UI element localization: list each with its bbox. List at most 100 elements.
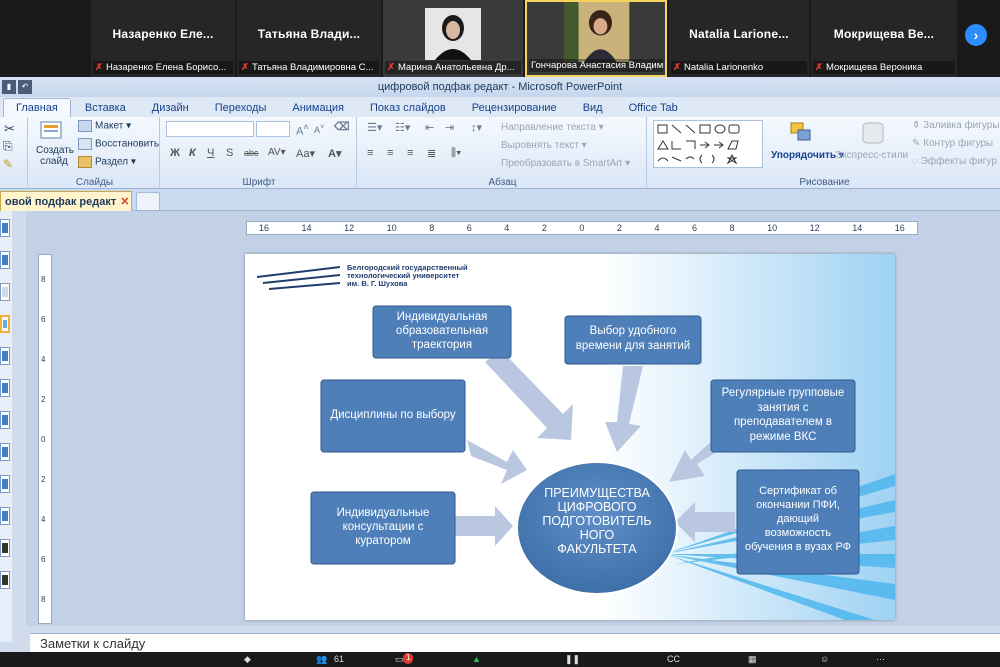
underline-icon[interactable]: Ч	[207, 147, 214, 159]
align-left-icon[interactable]: ≡	[367, 147, 373, 159]
font-color-icon[interactable]: A▾	[328, 147, 341, 160]
participant-video-tile[interactable]: ✗ Марина Анатольевна Др...	[383, 0, 523, 77]
tab-animations[interactable]: Анимация	[280, 99, 356, 117]
bullets-icon[interactable]: ☰▾	[367, 121, 382, 134]
slide-thumbnail[interactable]	[0, 283, 10, 301]
shadow-icon[interactable]: S	[226, 147, 233, 159]
convert-smartart-button[interactable]: Преобразовать в SmartArt ▾	[501, 158, 630, 169]
align-right-icon[interactable]: ≡	[407, 147, 413, 159]
participant-tile[interactable]: Назаренко Еле... ✗ Назаренко Елена Борисо…	[91, 0, 235, 77]
quick-styles-button[interactable]: Экспресс-стили	[835, 150, 908, 161]
center-title-line: НОГО	[579, 528, 615, 542]
tab-slideshow[interactable]: Показ слайдов	[358, 99, 458, 117]
slide-thumbnail[interactable]	[0, 571, 10, 589]
close-tab-icon[interactable]: ✕	[120, 196, 129, 208]
participant-tile[interactable]: Мокрищева Ве... ✗ Мокрищева Вероника	[811, 0, 957, 77]
clipboard-group: ✂ ⎘ ✎	[0, 117, 28, 189]
tab-insert[interactable]: Вставка	[73, 99, 138, 117]
align-text-button[interactable]: Выровнять текст ▾	[501, 140, 587, 151]
tab-view[interactable]: Вид	[571, 99, 615, 117]
shapes-gallery[interactable]	[653, 120, 763, 168]
box-text-line: преподавателем в	[733, 416, 833, 428]
slide-thumbnail[interactable]	[0, 475, 10, 493]
ribbon-tabs: Главная Вставка Дизайн Переходы Анимация…	[0, 97, 1000, 117]
strikethrough-icon[interactable]: abc	[244, 148, 259, 158]
document-tab[interactable]: овой подфак редакт ✕	[0, 191, 132, 211]
next-page-arrow-icon[interactable]: ›	[965, 24, 987, 46]
participant-tile[interactable]: Татьяна Влади... ✗ Татьяна Владимировна С…	[237, 0, 381, 77]
security-icon[interactable]: ◆	[244, 654, 251, 665]
shape-effects-button[interactable]: ◌ Эффекты фигур	[912, 156, 997, 167]
active-speaker-tile[interactable]: Гончарова Анастасия Владимир...	[525, 0, 667, 77]
shrink-font-icon[interactable]: A˅	[314, 122, 324, 135]
columns-icon[interactable]: ⫼▾	[451, 147, 461, 160]
bold-icon[interactable]: Ж	[170, 147, 180, 159]
format-painter-icon[interactable]: ✎	[3, 157, 13, 171]
increase-indent-icon[interactable]: ⇥	[445, 121, 454, 134]
ruler-mark: 6	[41, 315, 46, 324]
share-screen-icon[interactable]: ▲	[472, 654, 481, 665]
center-title-line: ФАКУЛЬТЕТА	[557, 542, 637, 556]
tab-home[interactable]: Главная	[3, 98, 71, 117]
new-tab-button[interactable]	[136, 192, 160, 210]
notes-pane[interactable]: Заметки к слайду	[30, 633, 1000, 652]
justify-icon[interactable]: ≣	[427, 147, 436, 160]
captions-icon[interactable]: CC	[667, 654, 680, 665]
tab-review[interactable]: Рецензирование	[460, 99, 569, 117]
slide-thumbnail[interactable]	[0, 219, 10, 237]
line-spacing-icon[interactable]: ↕▾	[471, 121, 482, 134]
ruler-mark: 12	[344, 223, 355, 233]
align-center-icon[interactable]: ≡	[387, 147, 393, 159]
numbering-icon[interactable]: ☷▾	[395, 121, 410, 134]
participants-icon[interactable]: 👥	[316, 654, 327, 665]
font-family-select[interactable]	[166, 121, 254, 137]
tab-transitions[interactable]: Переходы	[203, 99, 279, 117]
slide-thumbnail[interactable]	[0, 507, 10, 525]
section-label: Раздел	[95, 156, 129, 168]
shape-outline-button[interactable]: ✎ Контур фигуры	[912, 138, 993, 149]
participant-label-text: Natalia Larionenko	[683, 62, 764, 73]
layout-button[interactable]: Макет ▾	[78, 120, 131, 132]
copy-icon[interactable]: ⎘	[3, 139, 13, 154]
clear-format-icon[interactable]: ⌫	[334, 120, 350, 133]
reactions-icon[interactable]: ☺	[820, 654, 829, 665]
participant-name: Natalia Larione...	[689, 27, 789, 41]
slide-thumbnail[interactable]	[0, 539, 10, 557]
shape-fill-button[interactable]: ⚱ Заливка фигуры	[912, 120, 1000, 131]
slide-thumbnail[interactable]	[0, 251, 10, 269]
pause-share-icon[interactable]: ❚❚	[565, 654, 580, 665]
ruler-mark: 2	[41, 475, 46, 484]
more-icon[interactable]: ⋯	[876, 654, 885, 665]
decrease-indent-icon[interactable]: ⇤	[425, 121, 434, 134]
section-button[interactable]: Раздел ▾	[78, 156, 136, 168]
change-case-icon[interactable]: Aa▾	[296, 147, 315, 160]
participant-tile[interactable]: Natalia Larione... ✗ Natalia Larionenko	[669, 0, 809, 77]
slide-canvas[interactable]: Белгородский государственный технологиче…	[245, 254, 895, 620]
participant-label: ✗ Мокрищева Вероника	[813, 61, 955, 74]
arrange-button[interactable]: Упорядочить ▾	[771, 150, 844, 161]
zoom-toolbar: ◆ 👥 61 ▭ 1 ▲ ❚❚ CC ▦ ☺ ⋯	[0, 652, 1000, 667]
center-title: ПРЕИМУЩЕСТВА ЦИФРОВОГО ПОДГОТОВИТЕЛЬ НОГ…	[523, 486, 671, 556]
grow-font-icon[interactable]: A˄	[296, 122, 309, 138]
create-slide-button[interactable]: Создать слайд	[36, 145, 74, 167]
ruler-mark: 16	[259, 223, 270, 233]
spacing-icon[interactable]: AV▾	[268, 147, 286, 158]
text-direction-button[interactable]: Направление текста ▾	[501, 122, 604, 133]
tab-design[interactable]: Дизайн	[140, 99, 201, 117]
slide-thumbnail[interactable]	[0, 443, 10, 461]
slide-thumbnail[interactable]	[0, 411, 10, 429]
font-size-select[interactable]	[256, 121, 290, 137]
tab-office-tab[interactable]: Office Tab	[617, 99, 690, 117]
apps-icon[interactable]: ▦	[748, 654, 757, 665]
ruler-mark: 12	[809, 223, 820, 233]
slide-thumbnail-selected[interactable]	[0, 315, 10, 333]
cut-icon[interactable]: ✂	[4, 121, 15, 137]
ruler-mark: 10	[386, 223, 397, 233]
slide-thumbnail[interactable]	[0, 347, 10, 365]
slide-thumbnail[interactable]	[0, 379, 10, 397]
italic-icon[interactable]: К	[189, 147, 196, 159]
participant-label-text: Марина Анатольевна Др...	[397, 62, 515, 73]
ruler-mark: 2	[616, 223, 622, 233]
document-tab-label: овой подфак редакт	[5, 196, 117, 208]
reset-button[interactable]: Восстановить	[78, 138, 159, 150]
